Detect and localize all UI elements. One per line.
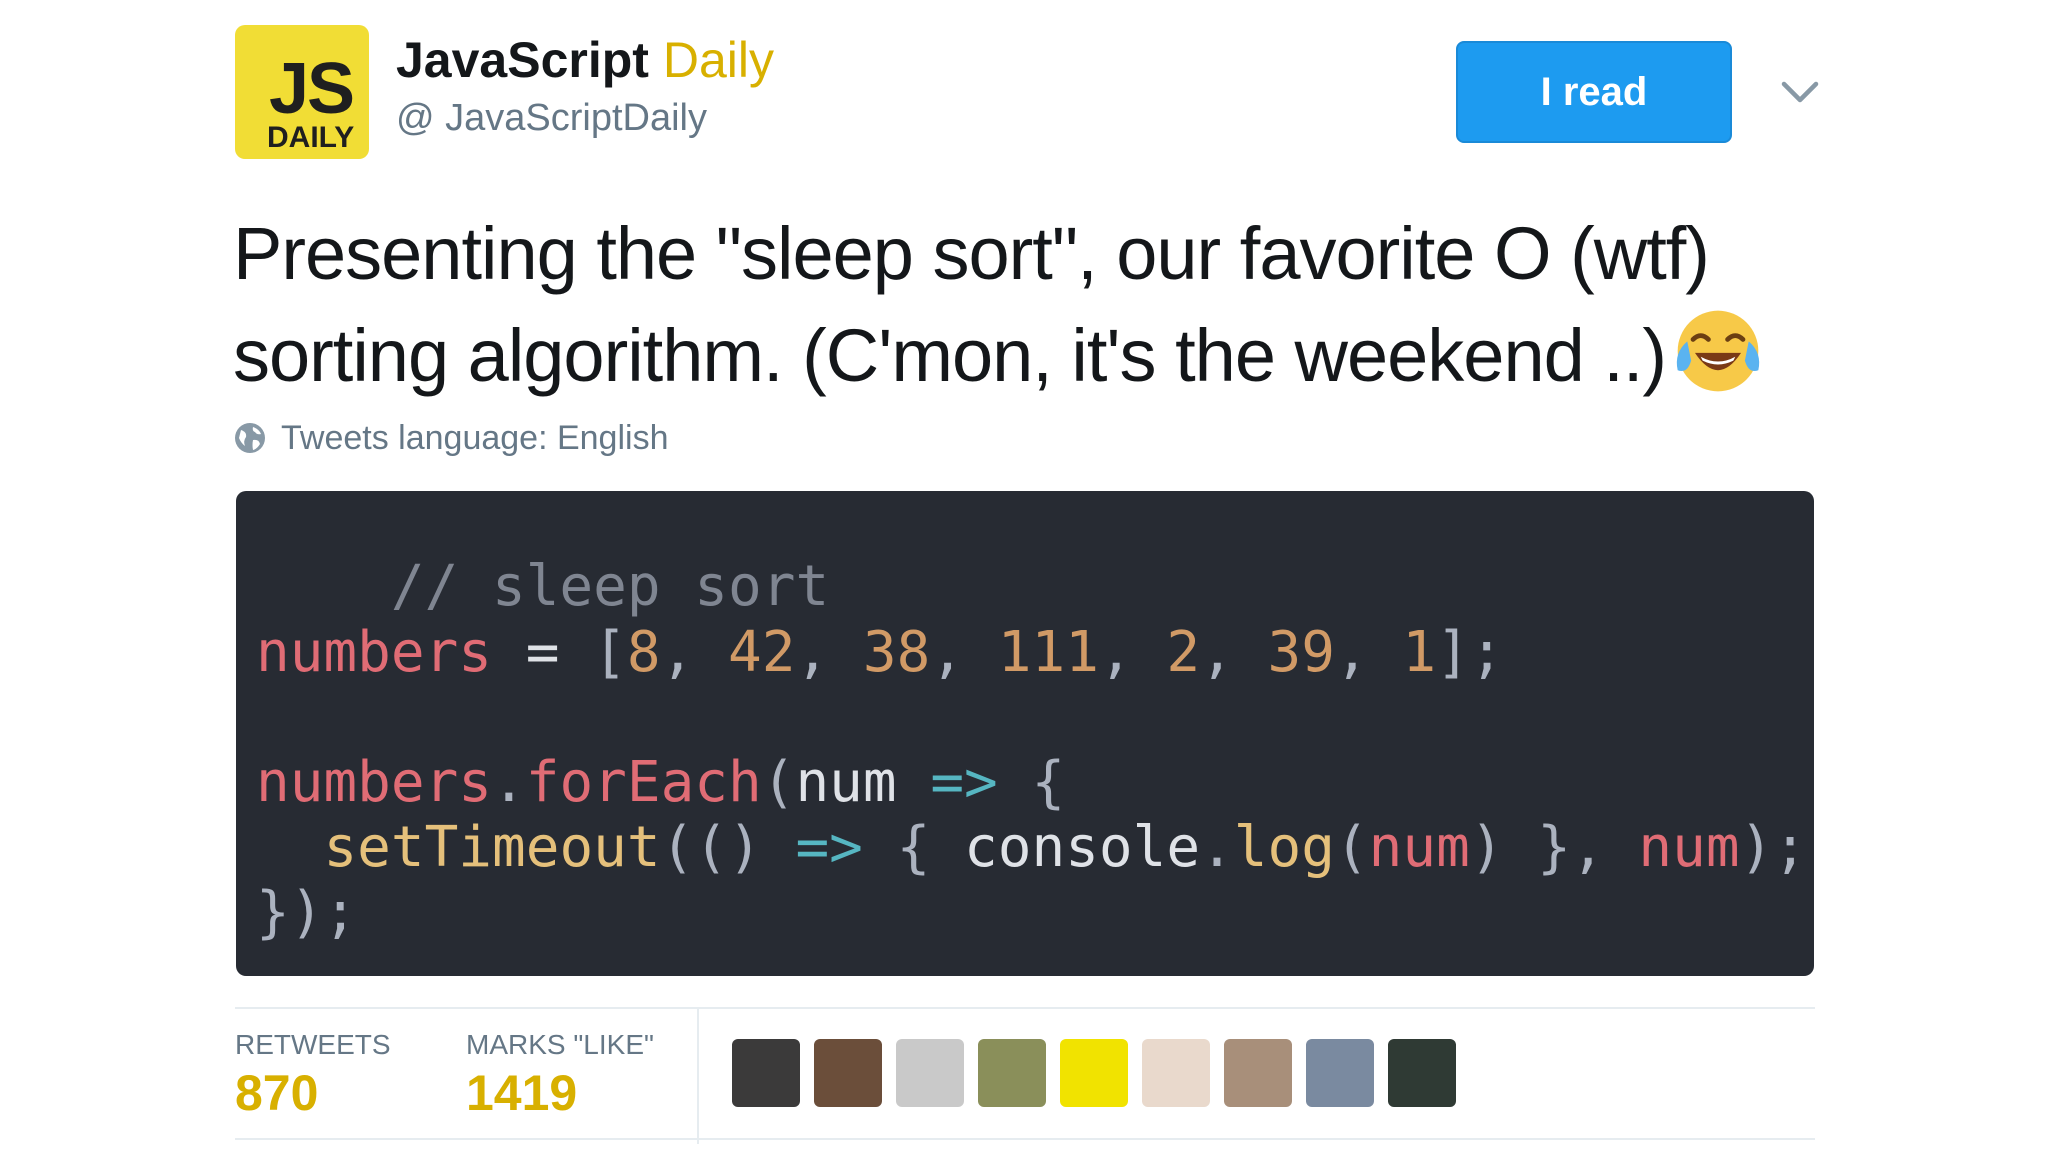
stats-top-divider — [235, 1007, 1815, 1009]
code-number: 39 — [1267, 620, 1335, 685]
tweet-language-label: Tweets language: English — [281, 418, 669, 457]
avatar-js-text: JS — [269, 49, 355, 129]
globe-icon — [235, 423, 265, 453]
tweet-text: Presenting the "sleep sort", our favorit… — [233, 205, 1833, 405]
liker-avatar-3[interactable] — [896, 1039, 964, 1107]
code-number: 8 — [626, 620, 661, 685]
code-comment: // sleep sort — [390, 554, 830, 619]
code-foreach-method: forEach — [525, 750, 762, 815]
code-line-foreach: numbers.forEach(num => { — [256, 750, 1066, 815]
liker-avatar-9[interactable] — [1388, 1039, 1456, 1107]
retweets-stat[interactable]: RETWEETS 870 — [235, 1027, 391, 1123]
code-foreach-object: numbers — [256, 750, 493, 815]
code-numbers-var: numbers — [256, 620, 493, 685]
stats-bottom-divider — [235, 1138, 1815, 1140]
code-delay-arg: num — [1638, 815, 1740, 880]
liker-avatar-6[interactable] — [1142, 1039, 1210, 1107]
code-number: 2 — [1166, 620, 1201, 685]
liker-avatar-7[interactable] — [1224, 1039, 1292, 1107]
code-log: log — [1233, 815, 1335, 880]
code-line-settimeout: setTimeout(() => { console.log(num) }, n… — [323, 815, 1807, 880]
code-settimeout: setTimeout — [323, 815, 661, 880]
liker-avatar-4[interactable] — [978, 1039, 1046, 1107]
liker-avatar-2[interactable] — [814, 1039, 882, 1107]
face-with-tears-of-joy-icon — [1676, 310, 1760, 392]
account-avatar[interactable]: JS DAILY — [235, 25, 369, 159]
code-line-close: }); — [256, 880, 358, 945]
avatar-daily-text: DAILY — [267, 121, 355, 154]
code-number: 38 — [862, 620, 931, 685]
likes-count: 1419 — [466, 1065, 578, 1121]
display-name-part1: JavaScript — [396, 32, 649, 88]
account-handle[interactable]: @ JavaScriptDaily — [396, 94, 707, 142]
code-log-arg: num — [1368, 815, 1470, 880]
liker-avatar-5[interactable] — [1060, 1039, 1128, 1107]
stats-vertical-divider — [697, 1008, 699, 1144]
code-image[interactable]: // sleep sort numbers = [8, 42, 38, 111,… — [236, 491, 1814, 976]
liker-avatar-1[interactable] — [732, 1039, 800, 1107]
likes-stat[interactable]: MARKS "LIKE" 1419 — [466, 1027, 654, 1123]
account-display-name[interactable]: JavaScript Daily — [396, 30, 774, 90]
retweets-count: 870 — [235, 1065, 319, 1121]
code-number: 1 — [1402, 620, 1437, 685]
chevron-down-icon[interactable] — [1778, 70, 1822, 114]
display-name-part2: Daily — [662, 32, 774, 88]
tweet-language-row: Tweets language: English — [233, 415, 668, 461]
likes-label: MARKS "LIKE" — [466, 1029, 654, 1060]
retweets-label: RETWEETS — [235, 1029, 391, 1060]
liker-avatar-8[interactable] — [1306, 1039, 1374, 1107]
code-console: console — [964, 815, 1201, 880]
code-foreach-param: num — [795, 750, 897, 815]
code-number: 42 — [728, 620, 796, 685]
follow-button[interactable]: I read — [1456, 41, 1732, 143]
code-line-numbers: numbers = [8, 42, 38, 111, 2, 39, 1]; — [256, 620, 1504, 685]
code-number: 111 — [997, 620, 1099, 685]
tweet-text-content: Presenting the "sleep sort", our favorit… — [233, 212, 1710, 397]
